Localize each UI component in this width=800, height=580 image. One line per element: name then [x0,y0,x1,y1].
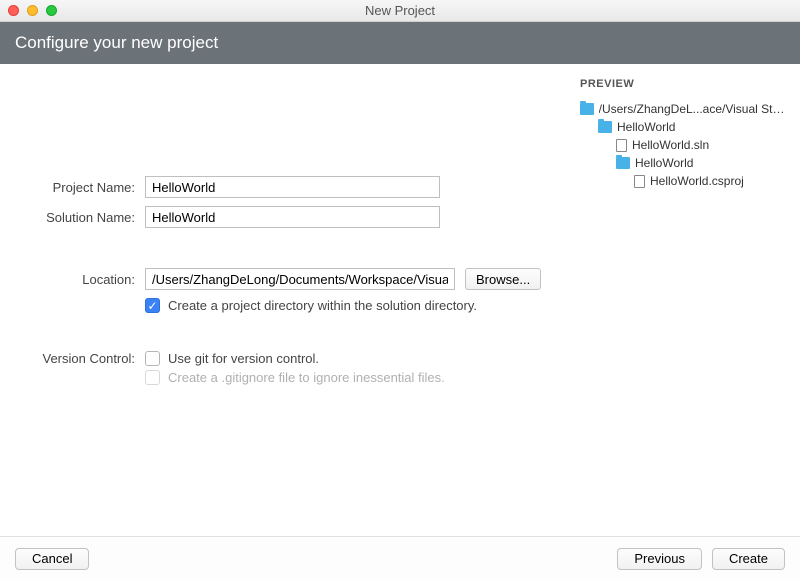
tree-item: HelloWorld [580,154,790,172]
location-input[interactable] [145,268,455,290]
version-control-label: Version Control: [25,351,145,366]
project-name-input[interactable] [145,176,440,198]
create-dir-label: Create a project directory within the so… [168,298,477,313]
tree-item-label: HelloWorld [635,156,693,170]
tree-item-label: HelloWorld [617,120,675,134]
tree-item-label: HelloWorld.csproj [650,174,744,188]
tree-item: /Users/ZhangDeL...ace/Visual Studio [580,100,790,118]
create-button[interactable]: Create [712,548,785,570]
preview-panel: PREVIEW /Users/ZhangDeL...ace/Visual Stu… [570,64,800,536]
page-title: Configure your new project [15,33,218,53]
preview-tree: /Users/ZhangDeL...ace/Visual Studio Hello… [580,100,790,190]
file-icon [634,175,645,188]
folder-icon [598,121,612,133]
file-icon [616,139,627,152]
window-title: New Project [0,3,800,18]
title-bar: New Project [0,0,800,22]
folder-icon [580,103,594,115]
tree-item-label: HelloWorld.sln [632,138,709,152]
location-label: Location: [25,272,145,287]
cancel-button[interactable]: Cancel [15,548,89,570]
folder-icon [616,157,630,169]
gitignore-checkbox [145,370,160,385]
previous-button[interactable]: Previous [617,548,702,570]
preview-title: PREVIEW [580,78,790,90]
tree-item: HelloWorld.sln [580,136,790,154]
gitignore-label: Create a .gitignore file to ignore iness… [168,370,445,385]
create-dir-checkbox[interactable]: ✓ [145,298,160,313]
use-git-label: Use git for version control. [168,351,319,366]
tree-item: HelloWorld.csproj [580,172,790,190]
solution-name-label: Solution Name: [25,210,145,225]
use-git-checkbox[interactable] [145,351,160,366]
form-panel: Project Name: Solution Name: Location: B… [0,64,570,536]
solution-name-input[interactable] [145,206,440,228]
page-header: Configure your new project [0,22,800,64]
main-area: Project Name: Solution Name: Location: B… [0,64,800,536]
footer-bar: Cancel Previous Create [0,536,800,580]
project-name-label: Project Name: [25,180,145,195]
browse-button[interactable]: Browse... [465,268,541,290]
tree-item: HelloWorld [580,118,790,136]
tree-item-label: /Users/ZhangDeL...ace/Visual Studio [599,102,790,116]
